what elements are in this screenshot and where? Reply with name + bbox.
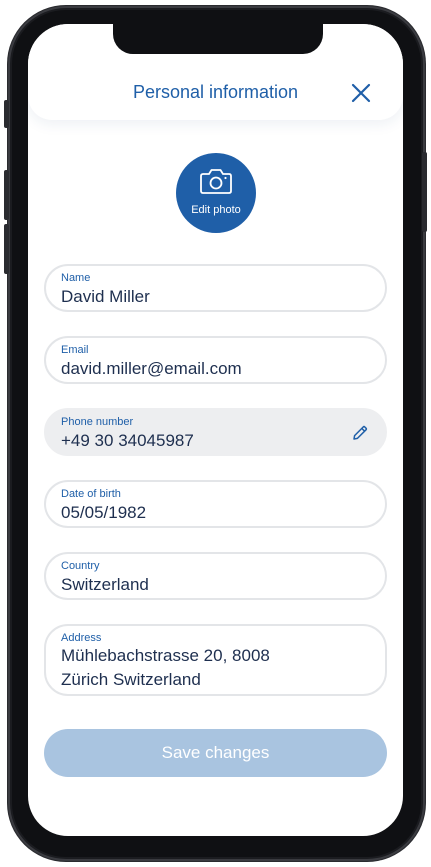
email-label: Email	[61, 344, 89, 356]
phone-number-field: Phone number +49 30 34045987	[44, 408, 387, 456]
address-field[interactable]: Address Mühlebachstrasse 20, 8008 Zürich…	[44, 624, 387, 696]
edit-phone-button[interactable]	[351, 424, 369, 442]
date-of-birth-label: Date of birth	[61, 488, 121, 500]
name-label: Name	[61, 272, 91, 284]
phone-notch	[113, 24, 323, 54]
country-value: Switzerland	[61, 575, 149, 594]
date-of-birth-field[interactable]: Date of birth 05/05/1982	[44, 480, 387, 528]
save-changes-button[interactable]: Save changes	[44, 729, 387, 777]
name-field[interactable]: Name David Miller	[44, 264, 387, 312]
close-button[interactable]	[348, 80, 374, 106]
page-title: Personal information	[132, 82, 299, 102]
date-of-birth-value: 05/05/1982	[61, 503, 147, 522]
address-value: Mühlebachstrasse 20, 8008 Zürich Switzer…	[61, 646, 270, 689]
edit-photo-label: Edit photo	[191, 204, 241, 216]
address-label: Address	[61, 632, 102, 644]
phone-number-label: Phone number	[61, 416, 134, 428]
edit-photo-button[interactable]: Edit photo	[176, 153, 256, 233]
phone-number-value: +49 30 34045987	[61, 431, 194, 450]
close-icon	[351, 83, 371, 103]
camera-icon	[200, 169, 232, 194]
phone-volume-down	[4, 224, 9, 274]
country-field[interactable]: Country Switzerland	[44, 552, 387, 600]
email-value: david.miller@email.com	[61, 359, 242, 378]
name-value: David Miller	[61, 287, 150, 306]
phone-power-button	[422, 152, 427, 232]
email-field[interactable]: Email david.miller@email.com	[44, 336, 387, 384]
country-label: Country	[61, 560, 100, 572]
app-screen: Personal information Edit photo Name Dav…	[28, 24, 403, 836]
phone-mute-switch	[4, 100, 9, 128]
phone-volume-up	[4, 170, 9, 220]
pencil-icon	[353, 425, 368, 440]
